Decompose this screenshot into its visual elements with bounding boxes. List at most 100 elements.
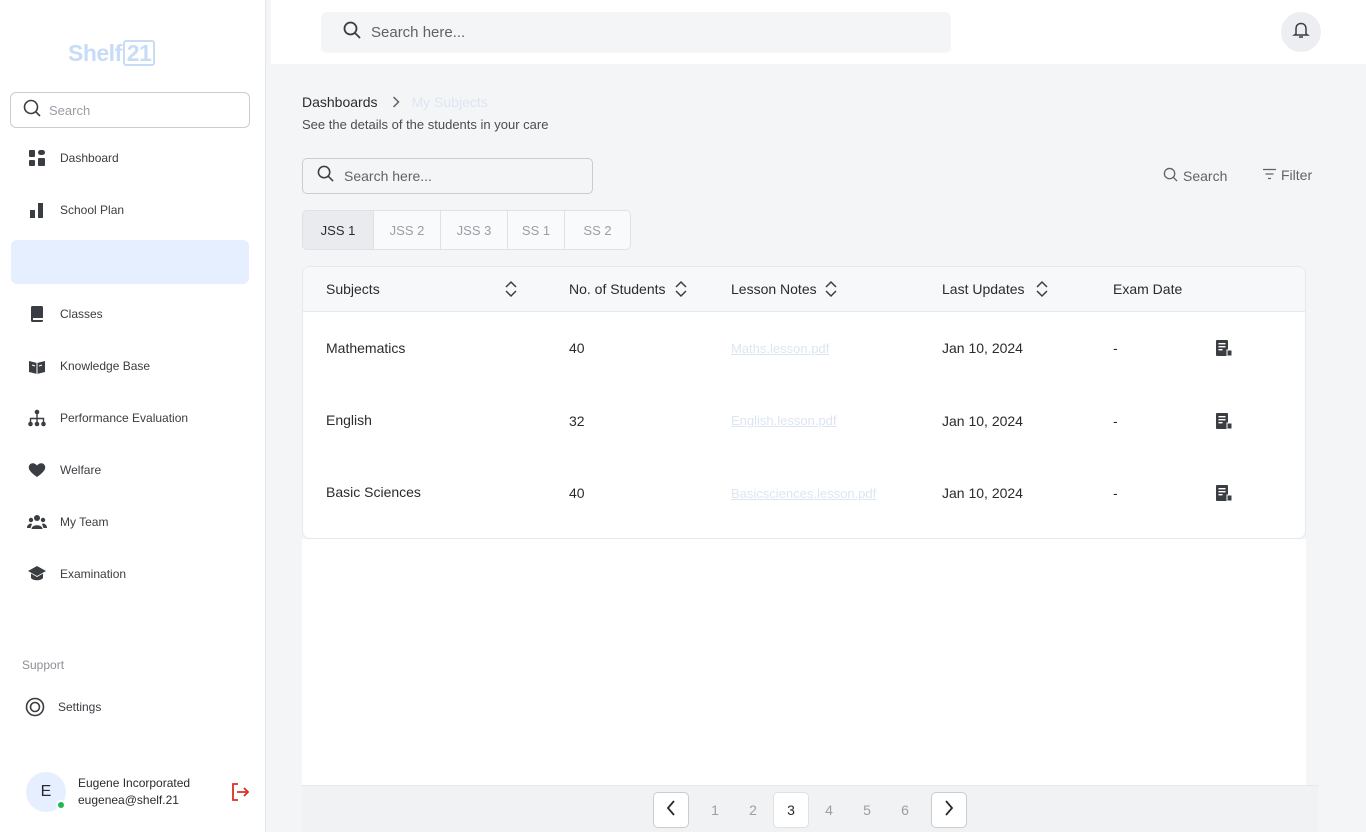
table-cell-students: 40 xyxy=(569,485,585,501)
global-search-input[interactable]: Search here... xyxy=(321,12,951,53)
search-icon xyxy=(1163,167,1178,185)
sidebar-search-input[interactable]: Search xyxy=(10,92,250,128)
lesson-note-link[interactable]: English.lesson.pdf xyxy=(731,413,837,428)
sidebar-item-examination[interactable]: Examination xyxy=(26,552,252,596)
table-cell-subject: English xyxy=(326,412,372,428)
page-button-6[interactable]: 6 xyxy=(887,792,923,828)
tab-jss-3[interactable]: JSS 3 xyxy=(441,210,508,250)
column-header-subjects[interactable]: Subjects xyxy=(326,281,380,297)
table-cell-exam-date: - xyxy=(1113,413,1118,429)
chevron-right-icon xyxy=(392,96,400,108)
search-icon xyxy=(23,99,41,122)
sidebar-item-label: Dashboard xyxy=(60,151,119,165)
global-search-placeholder: Search here... xyxy=(371,24,466,41)
table-cell-exam-date: - xyxy=(1113,485,1118,501)
graduation-cap-icon xyxy=(26,563,48,585)
page-subtitle: See the details of the students in your … xyxy=(302,117,549,132)
document-icon[interactable] xyxy=(1215,412,1233,435)
breadcrumb-dashboards[interactable]: Dashboards xyxy=(302,94,378,110)
sidebar-item-school-plan[interactable]: School Plan xyxy=(26,188,252,232)
chevron-left-icon xyxy=(666,799,676,821)
document-icon[interactable] xyxy=(1215,484,1233,507)
page-button-3[interactable]: 3 xyxy=(773,792,809,828)
table-header: Subjects No. of Students Lesson Notes La… xyxy=(303,267,1305,312)
sidebar-search-placeholder: Search xyxy=(49,102,91,118)
subjects-table: Subjects No. of Students Lesson Notes La… xyxy=(302,266,1306,539)
filter-button-label: Filter xyxy=(1281,167,1313,183)
tab-ss-1[interactable]: SS 1 xyxy=(508,210,565,250)
brand-logo[interactable]: Shelf 21 xyxy=(68,40,156,67)
table-cell-students: 40 xyxy=(569,340,585,356)
next-page-button[interactable] xyxy=(931,792,967,828)
sidebar-item-knowledge-base[interactable]: Knowledge Base xyxy=(26,344,252,388)
notifications-button[interactable] xyxy=(1281,12,1321,52)
sidebar: Shelf 21 Search Dashboard School Plan Cla… xyxy=(0,0,266,832)
sidebar-item-label: My Team xyxy=(60,515,109,529)
sidebar-item-performance-evaluation[interactable]: Performance Evaluation xyxy=(26,396,252,440)
filter-icon xyxy=(1263,167,1276,183)
tab-jss-1[interactable]: JSS 1 xyxy=(302,210,374,250)
sort-icon[interactable] xyxy=(1035,279,1049,304)
table-search-input[interactable]: Search here... xyxy=(302,158,593,194)
breadcrumb: Dashboards My Subjects xyxy=(302,94,488,110)
class-tabs: JSS 1 JSS 2 JSS 3 SS 1 SS 2 xyxy=(302,210,631,250)
sidebar-item-settings[interactable]: Settings xyxy=(24,685,250,729)
table-cell-subject: Basic Sciences xyxy=(326,484,421,500)
chevron-right-icon xyxy=(944,799,954,821)
search-button[interactable]: Search xyxy=(1163,167,1227,185)
table-cell-students: 32 xyxy=(569,413,585,429)
search-icon xyxy=(343,21,361,44)
heart-icon xyxy=(26,459,48,481)
previous-page-button[interactable] xyxy=(653,792,689,828)
sidebar-item-welfare[interactable]: Welfare xyxy=(26,448,252,492)
tab-jss-2[interactable]: JSS 2 xyxy=(374,210,441,250)
page-button-2[interactable]: 2 xyxy=(735,792,771,828)
page-button-4[interactable]: 4 xyxy=(811,792,847,828)
column-header-last-updates[interactable]: Last Updates xyxy=(942,281,1025,297)
page-button-5[interactable]: 5 xyxy=(849,792,885,828)
filter-button[interactable]: Filter xyxy=(1263,167,1312,183)
support-section-label: Support xyxy=(22,658,65,672)
book-icon xyxy=(26,303,48,325)
user-name: Eugene Incorporated xyxy=(78,776,191,790)
column-header-exam-date: Exam Date xyxy=(1113,281,1183,297)
sidebar-item-label: Classes xyxy=(60,307,103,321)
search-icon xyxy=(317,165,334,187)
user-email: eugenea@shelf.21 xyxy=(78,793,179,807)
table-cell-last-update: Jan 10, 2024 xyxy=(942,340,1023,356)
sidebar-item-label: Performance Evaluation xyxy=(60,411,189,425)
hierarchy-icon xyxy=(26,407,48,429)
user-profile[interactable]: E Eugene Incorporated eugenea@shelf.21 xyxy=(26,772,256,812)
grid-icon xyxy=(26,147,48,169)
table-cell-last-update: Jan 10, 2024 xyxy=(942,413,1023,429)
sidebar-item-label: Knowledge Base xyxy=(60,359,151,373)
bar-chart-icon xyxy=(26,199,48,221)
lesson-note-link[interactable]: Basicsciences.lesson.pdf xyxy=(731,486,876,501)
table-cell-exam-date: - xyxy=(1113,340,1118,356)
sidebar-item-classes[interactable]: Classes xyxy=(26,292,252,336)
sidebar-item-my-team[interactable]: My Team xyxy=(26,500,252,544)
sidebar-item-dashboard[interactable]: Dashboard xyxy=(26,136,252,180)
sidebar-item-label: Settings xyxy=(58,700,102,714)
top-bar: Search here... xyxy=(271,0,1366,64)
tab-ss-2[interactable]: SS 2 xyxy=(565,210,631,250)
pagination-bar xyxy=(302,785,1318,832)
open-book-icon xyxy=(26,355,48,377)
breadcrumb-current: My Subjects xyxy=(411,94,488,110)
document-icon[interactable] xyxy=(1215,339,1233,362)
column-header-lesson-notes[interactable]: Lesson Notes xyxy=(731,281,817,297)
sort-icon[interactable] xyxy=(504,279,518,304)
table-search-placeholder: Search here... xyxy=(344,168,432,184)
online-status-dot xyxy=(56,800,66,810)
sort-icon[interactable] xyxy=(674,279,688,304)
sidebar-item-label: Examination xyxy=(60,567,127,581)
settings-icon xyxy=(24,696,46,718)
sidebar-item-label: School Plan xyxy=(60,203,125,217)
table-cell-subject: Mathematics xyxy=(326,340,406,356)
lesson-note-link[interactable]: Maths.lesson.pdf xyxy=(731,341,829,356)
page-button-1[interactable]: 1 xyxy=(697,792,733,828)
sidebar-item-active[interactable] xyxy=(11,240,249,284)
column-header-students[interactable]: No. of Students xyxy=(569,281,666,297)
sort-icon[interactable] xyxy=(824,279,838,304)
logout-icon[interactable] xyxy=(230,782,250,807)
